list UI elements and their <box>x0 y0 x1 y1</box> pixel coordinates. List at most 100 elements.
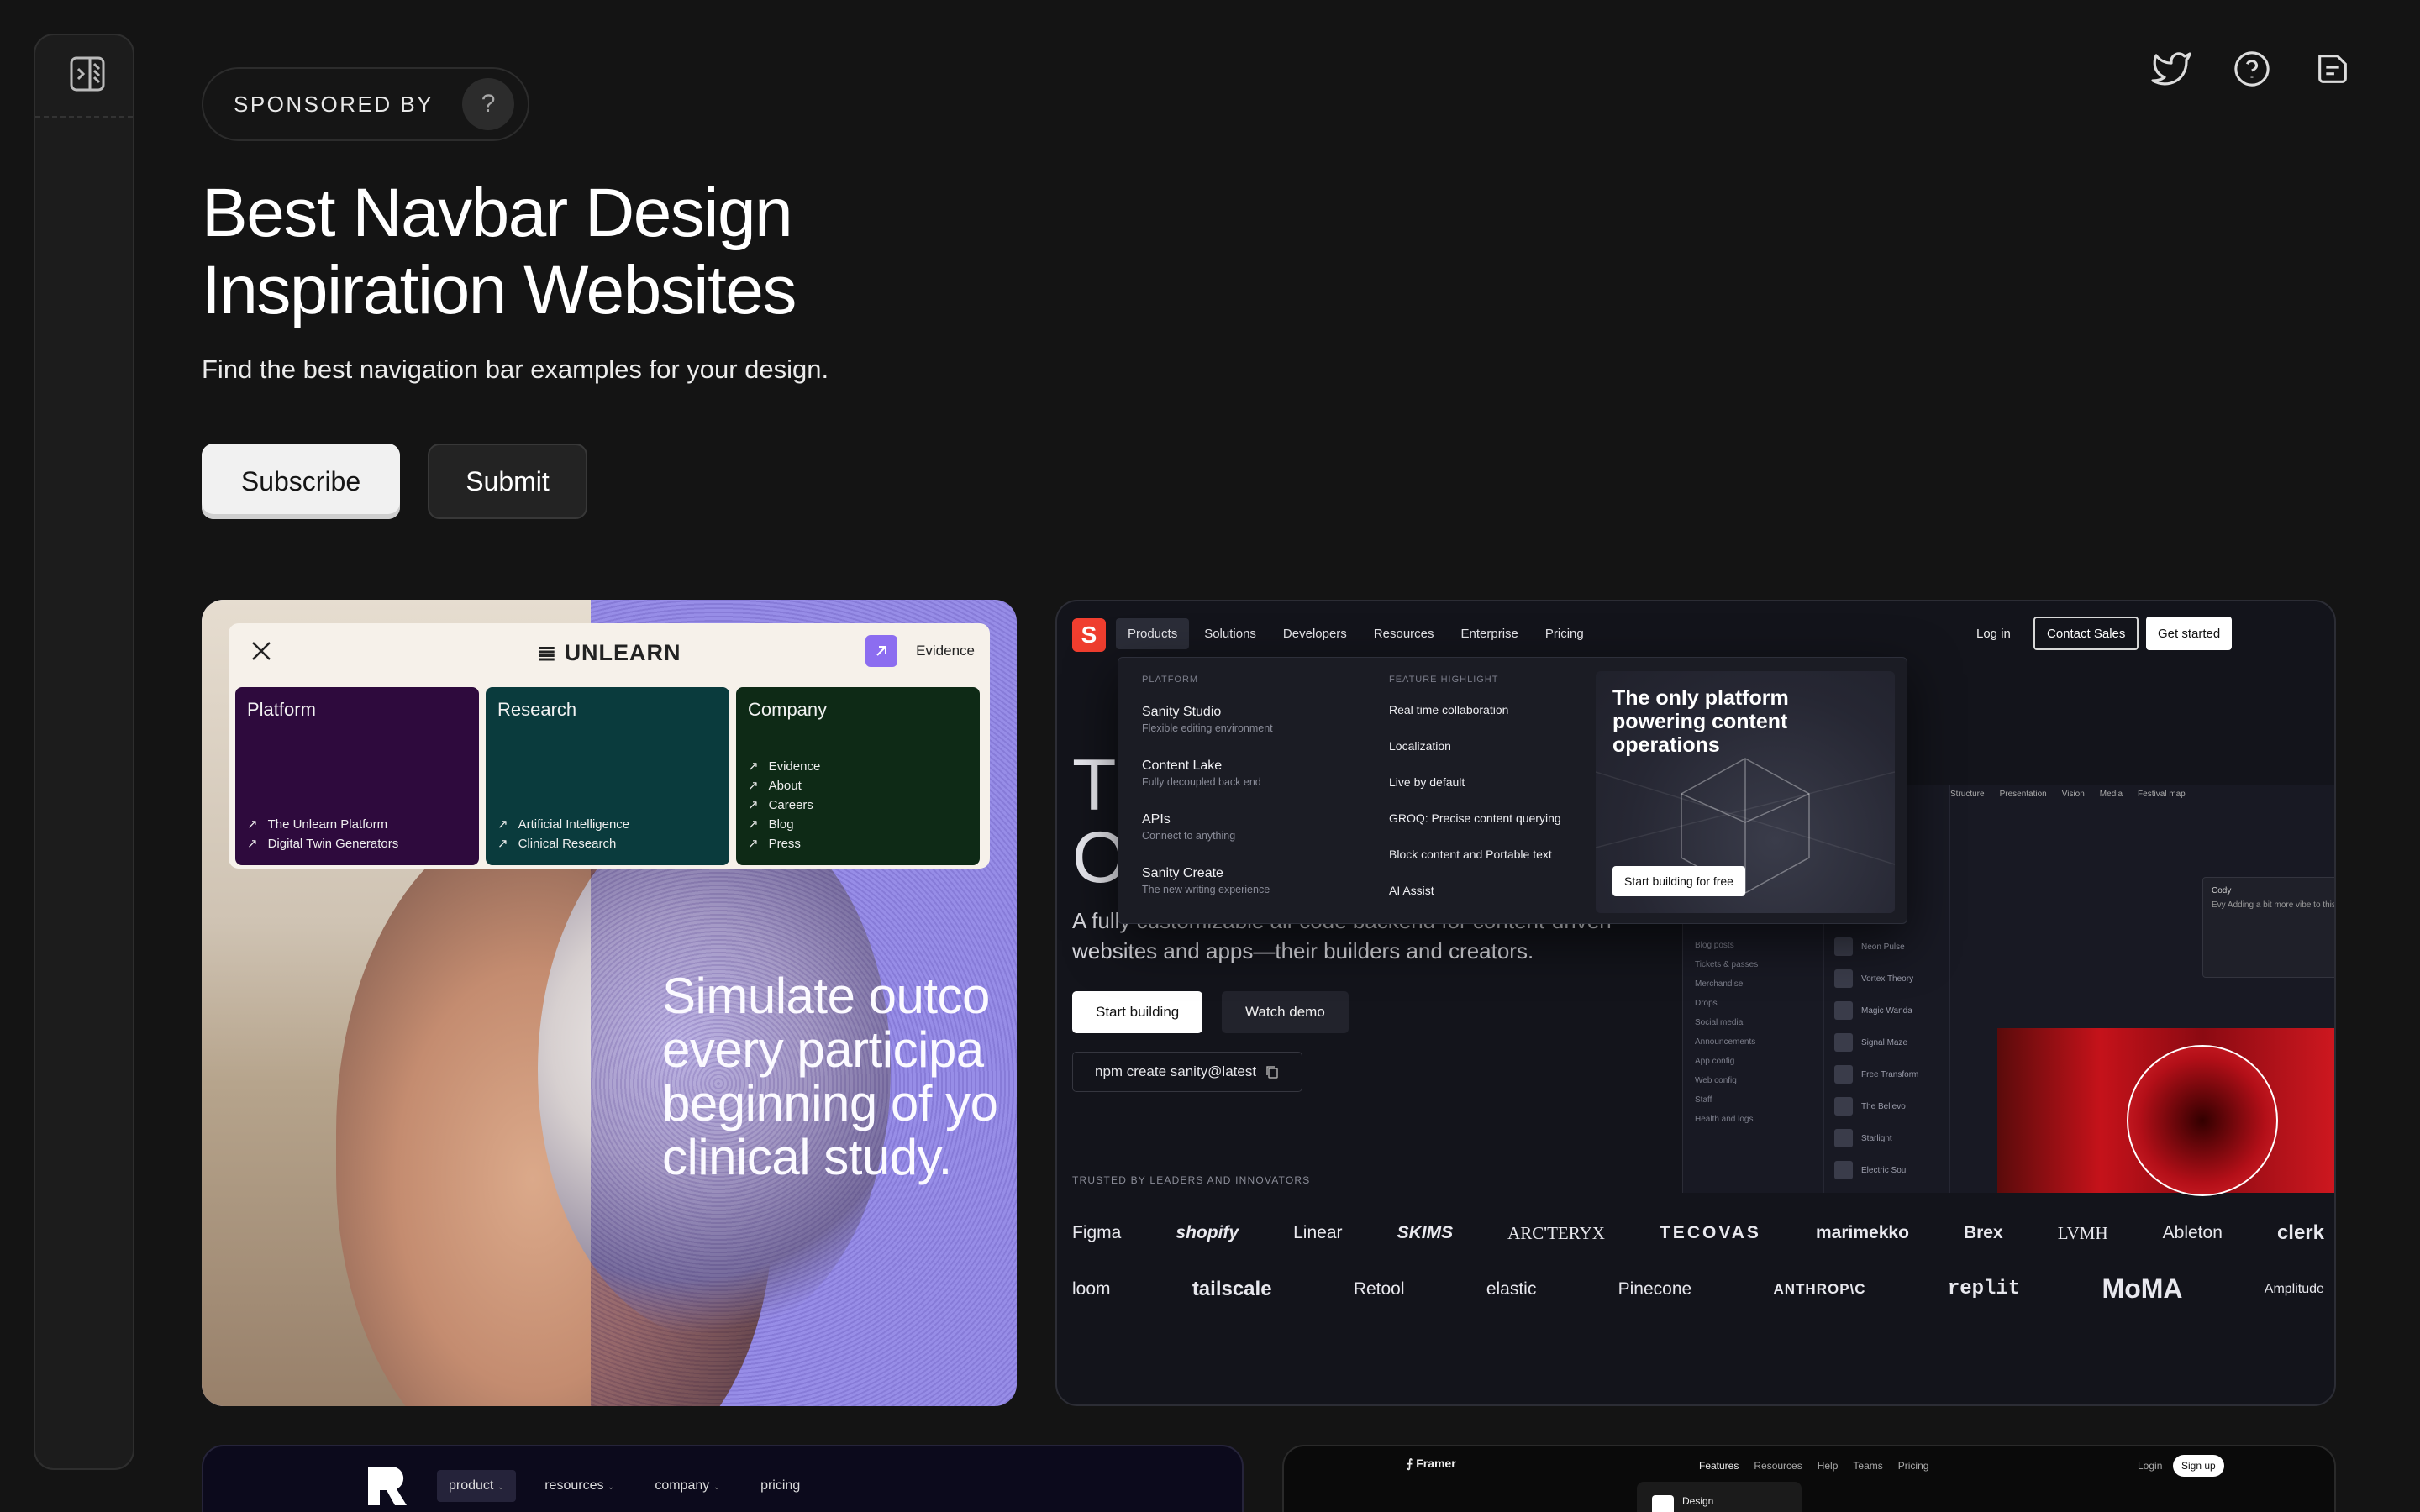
sanity-npm-command[interactable]: npm create sanity@latest <box>1072 1052 1303 1092</box>
sanity-promo-card[interactable]: The only platform powering content opera… <box>1596 671 1895 913</box>
submit-button[interactable]: Submit <box>428 444 587 519</box>
twitter-icon[interactable] <box>2151 49 2191 89</box>
sanity-nav-item-products[interactable]: Products <box>1116 618 1190 649</box>
unlearn-tile-research[interactable]: Research ↗ Artificial Intelligence ↗ Clini… <box>486 687 729 865</box>
page-title-line2: Inspiration Websites <box>202 252 797 328</box>
unlearn-link[interactable]: ↗ Digital Twin Generators <box>247 834 398 853</box>
studio-list-item[interactable]: Free Transform <box>1824 1058 1949 1090</box>
studio-list-item[interactable]: Neon Pulse <box>1824 931 1949 963</box>
sanity-nav-item-developers[interactable]: Developers <box>1271 618 1359 649</box>
sanity-product-item[interactable]: APIs Connect to anything <box>1142 812 1235 842</box>
studio-tabs: Structure Presentation Vision Media Fest… <box>1950 790 2186 799</box>
changelog-icon[interactable] <box>2312 49 2353 89</box>
chevron-down-icon: ⌄ <box>713 1483 721 1492</box>
sanity-feature-item[interactable]: Real time collaboration <box>1389 703 1508 717</box>
unlearn-link[interactable]: ↗ Clinical Research <box>497 834 629 853</box>
sanity-product-desc: Fully decoupled back end <box>1142 776 1261 788</box>
card-r-navbar[interactable]: product ⌄ resources ⌄ company ⌄ pricing <box>202 1445 1244 1512</box>
card-sanity[interactable]: S Products Solutions Developers Resource… <box>1055 600 2336 1406</box>
sanity-product-item[interactable]: Sanity Studio Flexible editing environme… <box>1142 705 1273 734</box>
sanity-product-item[interactable]: Content Lake Fully decoupled back end <box>1142 759 1261 788</box>
sanity-login-link[interactable]: Log in <box>1976 627 2011 641</box>
framer-nav-item[interactable]: Help <box>1818 1460 1839 1472</box>
studio-list-item[interactable]: Magic Wanda <box>1824 995 1949 1026</box>
studio-list-item[interactable]: Vortex Theory <box>1824 963 1949 995</box>
sanity-nav-item-pricing[interactable]: Pricing <box>1534 618 1596 649</box>
unlearn-link[interactable]: ↗ Careers <box>748 795 820 815</box>
studio-list-label: Vortex Theory <box>1861 974 1914 984</box>
sanity-product-item[interactable]: Sanity Create The new writing experience <box>1142 866 1270 895</box>
sanity-get-started-button[interactable]: Get started <box>2146 617 2233 650</box>
sanity-nav-item-solutions[interactable]: Solutions <box>1192 618 1268 649</box>
studio-tab[interactable]: Media <box>2100 790 2123 799</box>
sponsor-help-icon[interactable]: ? <box>462 78 515 130</box>
unlearn-link[interactable]: ↗ Press <box>748 834 820 853</box>
unlearn-link[interactable]: ↗ The Unlearn Platform <box>247 815 398 834</box>
sanity-promo-button[interactable]: Start building for free <box>1612 866 1745 896</box>
subscribe-button[interactable]: Subscribe <box>202 444 400 519</box>
r-logo-icon[interactable] <box>368 1466 407 1505</box>
framer-nav-item[interactable]: Features <box>1699 1460 1739 1472</box>
framer-nav-item[interactable]: Teams <box>1853 1460 1882 1472</box>
unlearn-link[interactable]: ↗ Artificial Intelligence <box>497 815 629 834</box>
studio-sidebar-item[interactable]: Announcements <box>1683 1032 1823 1052</box>
studio-tab[interactable]: Vision <box>2062 790 2085 799</box>
unlearn-tile-company[interactable]: Company ↗ Evidence ↗ About ↗ Careers ↗ Blog … <box>736 687 980 865</box>
sanity-feature-item[interactable]: Block content and Portable text <box>1389 848 1552 861</box>
customer-logo: LVMH <box>2057 1222 2108 1243</box>
studio-sidebar-item[interactable]: Social media <box>1683 1013 1823 1032</box>
sanity-feature-item[interactable]: AI Assist <box>1389 884 1434 897</box>
copy-icon[interactable] <box>1265 1064 1280 1079</box>
studio-sidebar-item[interactable]: Merchandise <box>1683 974 1823 994</box>
studio-tab[interactable]: Presentation <box>2000 790 2047 799</box>
customer-logo: tailscale <box>1192 1277 1272 1300</box>
framer-nav-item[interactable]: Pricing <box>1898 1460 1929 1472</box>
studio-comment[interactable]: Cody Evy Adding a bit more vibe to this,… <box>2202 877 2334 978</box>
r-nav-item-company[interactable]: company ⌄ <box>643 1470 732 1502</box>
framer-signup-button[interactable]: Sign up <box>2173 1455 2224 1477</box>
sanity-platform-label: PLATFORM <box>1142 675 1199 685</box>
sanity-nav-item-enterprise[interactable]: Enterprise <box>1449 618 1530 649</box>
help-icon[interactable] <box>2232 49 2272 89</box>
card-framer[interactable]: ⨍ Framer Features Resources Help Teams P… <box>1282 1445 2336 1512</box>
unlearn-tile-platform[interactable]: Platform ↗ The Unlearn Platform ↗ Digital … <box>235 687 479 865</box>
studio-list-item[interactable]: Starlight <box>1824 1122 1949 1154</box>
r-nav-item-pricing[interactable]: pricing <box>749 1470 812 1502</box>
studio-tab[interactable]: Structure <box>1950 790 1985 799</box>
unlearn-link[interactable]: ↗ About <box>748 776 820 795</box>
unlearn-evidence-link[interactable]: Evidence <box>865 635 975 667</box>
studio-sidebar-item[interactable]: Health and logs <box>1683 1110 1823 1129</box>
studio-tab[interactable]: Festival map <box>2138 790 2186 799</box>
unlearn-link[interactable]: ↗ Blog <box>748 815 820 834</box>
studio-list-item[interactable]: Signal Maze <box>1824 1026 1949 1058</box>
framer-dropdown-item[interactable]: Design <box>1682 1495 1713 1507</box>
studio-sidebar-item[interactable]: Blog posts <box>1683 936 1823 955</box>
sponsor-pill[interactable]: SPONSORED BY ? <box>202 67 530 141</box>
sanity-feature-item[interactable]: Localization <box>1389 739 1451 753</box>
sanity-watch-demo-button[interactable]: Watch demo <box>1222 991 1349 1033</box>
studio-sidebar-item[interactable]: App config <box>1683 1052 1823 1071</box>
customer-logo: replit <box>1947 1278 2021 1300</box>
studio-list-item[interactable]: The Bellevo <box>1824 1090 1949 1122</box>
card-unlearn[interactable]: Simulate outco every participa beginning… <box>202 600 1017 1406</box>
studio-list-item[interactable]: Electric Soul <box>1824 1154 1949 1186</box>
studio-sidebar-item[interactable]: Tickets & passes <box>1683 955 1823 974</box>
studio-sidebar-item[interactable]: Staff <box>1683 1090 1823 1110</box>
studio-sidebar-item[interactable]: Drops <box>1683 994 1823 1013</box>
customer-logo: Brex <box>1963 1223 2003 1242</box>
studio-sidebar-item[interactable]: Web config <box>1683 1071 1823 1090</box>
r-nav-item-product[interactable]: product ⌄ <box>437 1470 517 1502</box>
studio-hotspot-circle[interactable] <box>2127 1045 2278 1196</box>
unlearn-link[interactable]: ↗ Evidence <box>748 757 820 776</box>
sanity-feature-item[interactable]: Live by default <box>1389 775 1465 789</box>
r-nav-item-resources[interactable]: resources ⌄ <box>533 1470 626 1502</box>
framer-nav-item[interactable]: Resources <box>1754 1460 1802 1472</box>
framer-logo[interactable]: ⨍ Framer <box>1407 1457 1456 1471</box>
sanity-start-building-button[interactable]: Start building <box>1072 991 1203 1033</box>
sidebar-toggle-icon[interactable] <box>69 55 106 92</box>
framer-login-link[interactable]: Login <box>2138 1460 2162 1472</box>
sanity-contact-sales-button[interactable]: Contact Sales <box>2033 617 2139 650</box>
sanity-feature-item[interactable]: GROQ: Precise content querying <box>1389 811 1561 825</box>
sanity-logo[interactable]: S <box>1072 618 1106 652</box>
sanity-nav-item-resources[interactable]: Resources <box>1362 618 1446 649</box>
